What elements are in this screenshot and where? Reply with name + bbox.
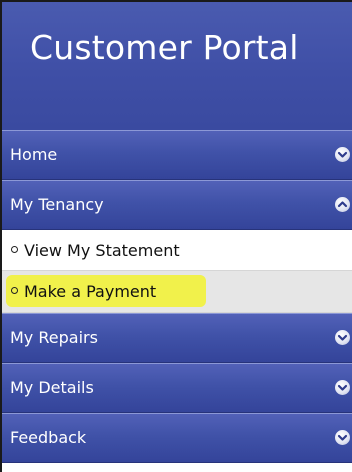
chevron-up-icon[interactable] bbox=[335, 197, 350, 212]
menu-section-my-tenancy[interactable]: My Tenancy bbox=[2, 180, 352, 230]
menu-section-feedback[interactable]: Feedback bbox=[2, 413, 352, 463]
chevron-down-icon[interactable] bbox=[335, 380, 350, 395]
menu-section-label: My Details bbox=[10, 378, 94, 397]
customer-portal-window: Customer Portal Home My Tenancy View My … bbox=[0, 0, 352, 472]
portal-title: Customer Portal bbox=[30, 28, 299, 67]
menu-section-home[interactable]: Home bbox=[2, 130, 352, 180]
nav-menu: Home My Tenancy View My Statement Make a… bbox=[2, 130, 352, 463]
submenu-item-make-a-payment[interactable]: Make a Payment bbox=[2, 271, 352, 313]
chevron-down-icon[interactable] bbox=[335, 430, 350, 445]
menu-section-label: My Tenancy bbox=[10, 195, 104, 214]
menu-section-my-details[interactable]: My Details bbox=[2, 363, 352, 413]
portal-header: Customer Portal bbox=[2, 2, 352, 130]
bullet-icon bbox=[11, 287, 18, 294]
menu-section-label: Home bbox=[10, 145, 58, 164]
menu-section-label: Feedback bbox=[10, 428, 87, 447]
submenu-item-label: Make a Payment bbox=[24, 282, 157, 301]
bullet-icon bbox=[11, 246, 18, 253]
submenu-item-view-my-statement[interactable]: View My Statement bbox=[2, 230, 352, 271]
menu-section-label: My Repairs bbox=[10, 328, 98, 347]
submenu-item-label: View My Statement bbox=[24, 241, 180, 260]
chevron-down-icon[interactable] bbox=[335, 330, 350, 345]
chevron-down-icon[interactable] bbox=[335, 147, 350, 162]
menu-section-my-repairs[interactable]: My Repairs bbox=[2, 313, 352, 363]
